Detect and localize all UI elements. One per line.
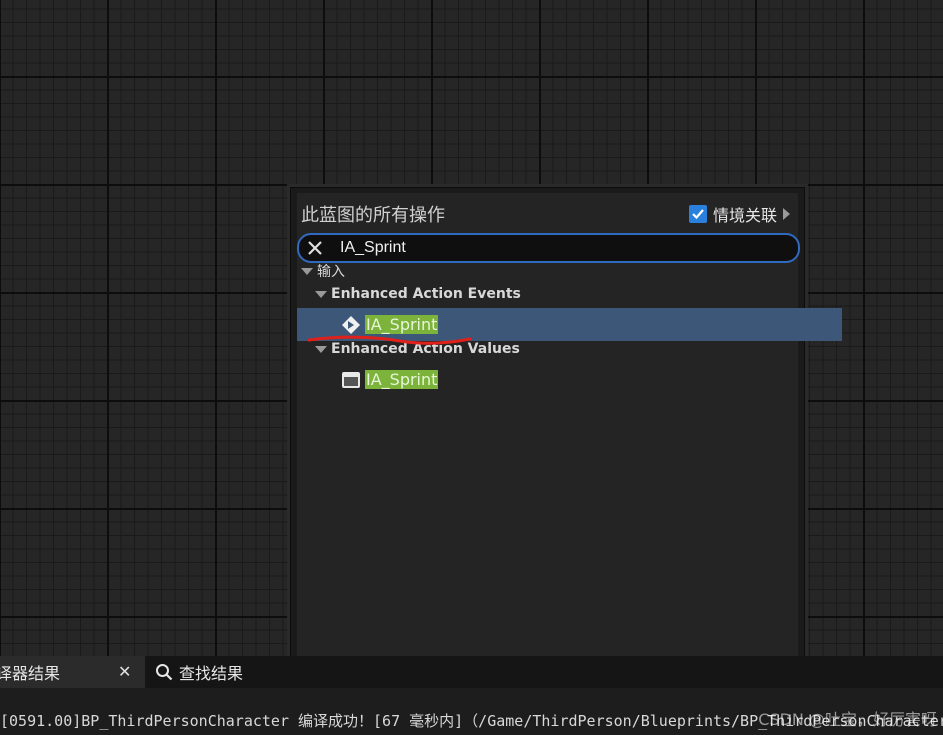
watermark: CSDN @吐宝，好厉害呀 (758, 710, 937, 729)
chevron-right-icon[interactable] (783, 208, 790, 220)
category-enhanced-action-events[interactable]: Enhanced Action Events (297, 278, 816, 310)
expand-arrow-icon[interactable] (315, 290, 327, 298)
expand-arrow-icon[interactable] (301, 267, 313, 275)
function-node-icon (341, 371, 361, 389)
tab-label: 译器结果 (0, 664, 61, 683)
tab-label: 查找结果 (179, 664, 244, 683)
popup-title: 此蓝图的所有操作 (301, 205, 445, 226)
bottom-tab-bar: 译器结果 ✕ 查找结果 (0, 656, 943, 688)
checkbox-icon[interactable] (688, 205, 707, 223)
tab-compiler-results[interactable]: 译器结果 ✕ (0, 656, 145, 688)
action-item-label: IA_Sprint (365, 370, 439, 389)
context-toggle-label: 情境关联 (712, 206, 777, 225)
action-menu-popup: 此蓝图的所有操作 情境关联 输入 Enhanced Action Events (290, 187, 842, 704)
action-item-ia-sprint-value[interactable]: IA_Sprint (297, 363, 842, 396)
context-sensitive-toggle[interactable]: 情境关联 (688, 202, 790, 226)
action-item-label: IA_Sprint (365, 315, 439, 334)
event-node-icon (341, 315, 361, 335)
tab-find-results[interactable]: 查找结果 (155, 656, 295, 688)
search-icon (155, 663, 173, 681)
category-label: Enhanced Action Events (331, 286, 521, 302)
close-icon[interactable]: ✕ (118, 662, 132, 682)
action-menu-body: 此蓝图的所有操作 情境关联 输入 Enhanced Action Events (297, 193, 842, 697)
red-annotation-underline (307, 335, 472, 345)
compiler-log: [0591.00]BP_ThirdPersonCharacter 编译成功！[6… (0, 688, 943, 735)
